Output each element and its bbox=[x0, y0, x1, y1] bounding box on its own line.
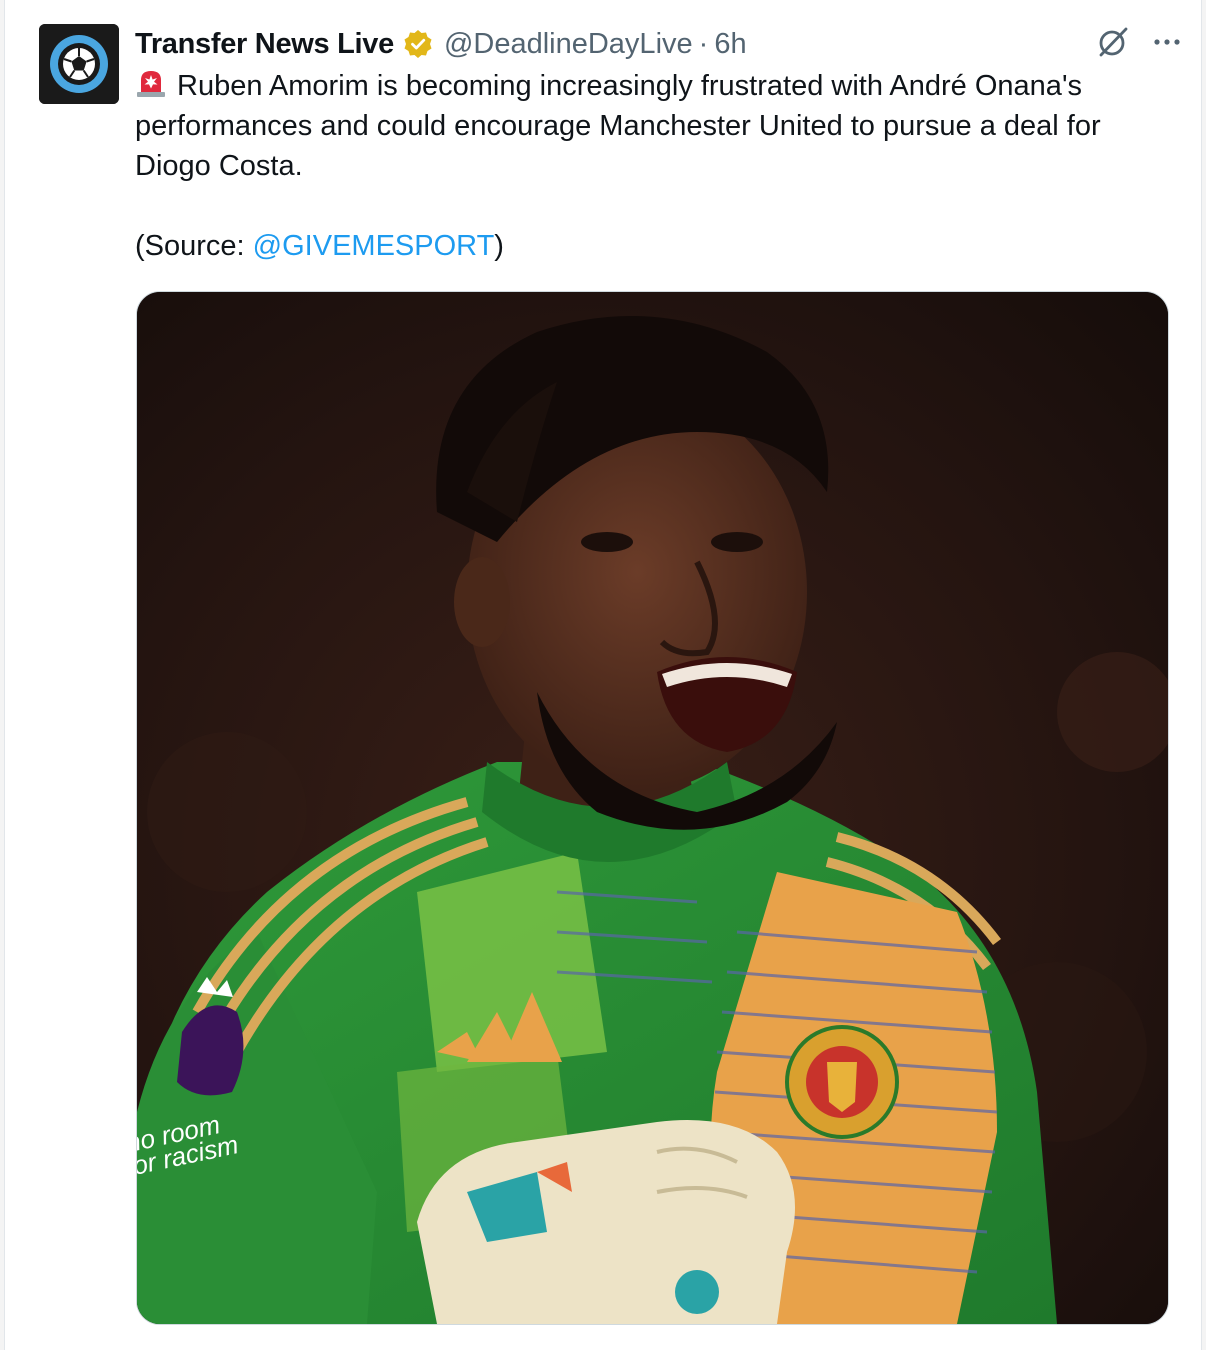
soccer-ball-icon bbox=[39, 24, 119, 104]
grok-icon[interactable] bbox=[1095, 24, 1131, 60]
goalkeeper-photo: no room for racism bbox=[137, 292, 1168, 1324]
verified-badge-icon[interactable] bbox=[402, 28, 434, 60]
more-options-icon[interactable] bbox=[1151, 26, 1183, 58]
timestamp[interactable]: 6h bbox=[714, 28, 746, 61]
avatar[interactable] bbox=[39, 24, 119, 104]
tweet-actions bbox=[1095, 24, 1183, 60]
source-suffix: ) bbox=[494, 230, 504, 262]
tweet-image[interactable]: no room for racism bbox=[136, 291, 1169, 1325]
source-line: (Source: @GIVEMESPORT) bbox=[135, 226, 1175, 266]
author-name[interactable]: Transfer News Live bbox=[135, 28, 394, 61]
tweet-body-text: Ruben Amorim is becoming increasingly fr… bbox=[135, 70, 1101, 182]
source-link[interactable]: @GIVEMESPORT bbox=[253, 230, 495, 262]
tweet-card[interactable]: Transfer News Live @DeadlineDayLive · 6h… bbox=[4, 0, 1202, 1350]
tweet-header: Transfer News Live @DeadlineDayLive · 6h bbox=[135, 22, 747, 66]
source-prefix: (Source: bbox=[135, 230, 253, 262]
tweet-text: Ruben Amorim is becoming increasingly fr… bbox=[135, 66, 1175, 266]
separator-dot: · bbox=[698, 27, 709, 60]
police-light-emoji bbox=[137, 71, 165, 97]
club-crest bbox=[785, 1025, 899, 1139]
author-handle[interactable]: @DeadlineDayLive bbox=[444, 28, 693, 61]
